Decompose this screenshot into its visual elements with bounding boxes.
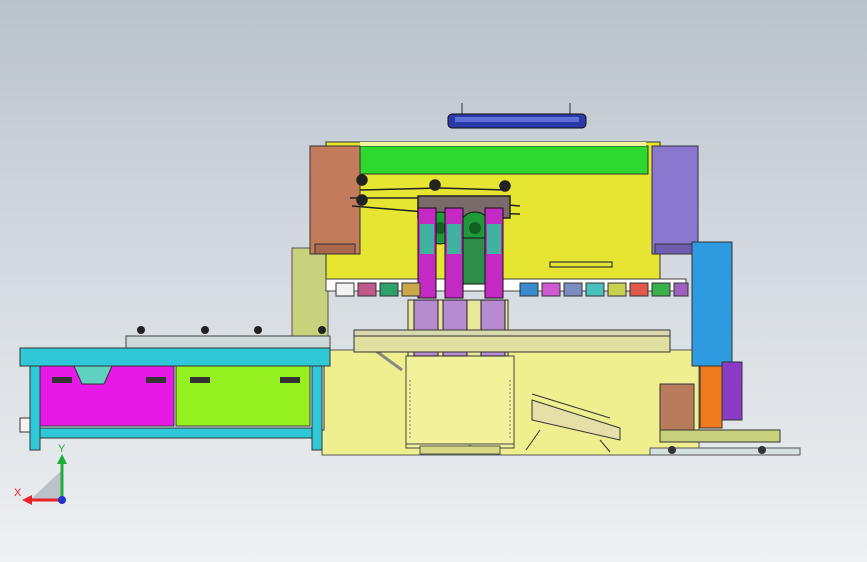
x-axis-label: X [14, 487, 22, 499]
coordinate-triad: Y X [14, 443, 67, 505]
triad-plane [30, 470, 62, 500]
side-frame [291, 247, 329, 351]
y-axis-label: Y [58, 443, 66, 455]
machine-base [321, 341, 700, 456]
feed-table [19, 326, 331, 451]
z-axis-dot [58, 496, 66, 504]
right-column [651, 145, 699, 255]
left-column [309, 145, 361, 255]
cad-viewport[interactable]: Y X [0, 0, 867, 562]
overhead-light-bar [447, 103, 587, 129]
assembly-drawing: Y X [14, 103, 801, 505]
tooling-row [335, 282, 689, 353]
right-guard [691, 241, 743, 429]
